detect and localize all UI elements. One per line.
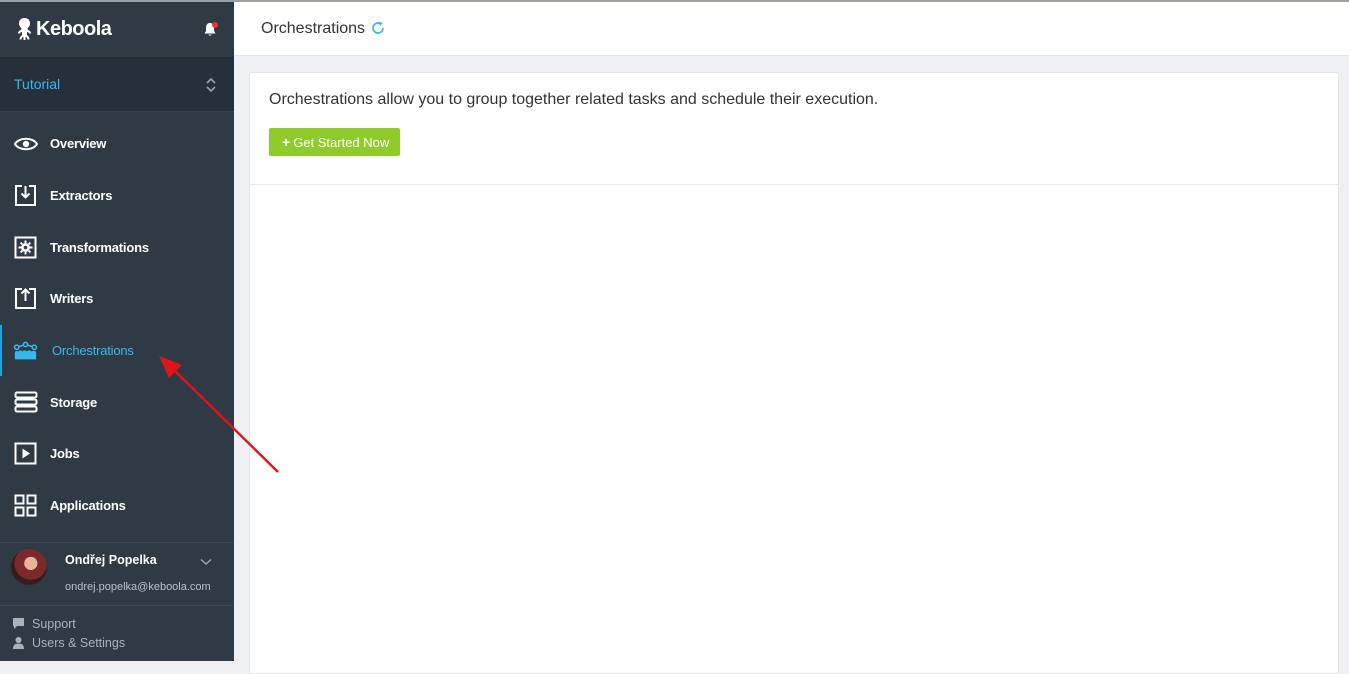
chevron-down-icon[interactable]	[200, 558, 212, 566]
plus-icon: +	[282, 134, 291, 150]
nav-label: Storage	[50, 394, 98, 410]
sidebar: Keboola Tutorial Overview Extractors Tra…	[0, 2, 234, 661]
eye-icon	[13, 131, 38, 156]
page-header: Orchestrations	[234, 2, 1349, 56]
storage-icon	[13, 390, 38, 415]
page-title: Orchestrations	[261, 20, 366, 37]
window-top-border	[0, 0, 1349, 2]
get-started-button[interactable]: + Get Started Now	[269, 128, 401, 156]
download-box-icon	[13, 183, 38, 208]
project-name: Tutorial	[14, 76, 61, 92]
nav-label: Jobs	[50, 446, 80, 462]
intro-text: Orchestrations allow you to group togeth…	[269, 91, 879, 108]
get-started-label: Get Started Now	[293, 134, 390, 150]
nav-item-extractors[interactable]: Extractors	[0, 170, 234, 222]
support-link[interactable]: Support	[0, 614, 234, 633]
logo-bar: Keboola	[0, 2, 234, 57]
nav-label: Extractors	[50, 188, 113, 204]
support-label: Support	[32, 616, 76, 631]
nav-item-applications[interactable]: Applications	[0, 480, 234, 532]
nav-label: Transformations	[50, 239, 149, 255]
nav-label: Writers	[50, 291, 94, 307]
grid-icon	[13, 493, 38, 518]
user-name: Ondřej Popelka	[65, 553, 157, 567]
notification-dot	[212, 22, 218, 28]
user-email: ondrej.popelka@keboola.com	[65, 581, 211, 593]
orchestration-icon	[13, 338, 38, 363]
notification-bell-icon[interactable]	[202, 21, 220, 39]
upload-box-icon	[13, 286, 38, 311]
nav-item-jobs[interactable]: Jobs	[0, 428, 234, 480]
main-nav: Overview Extractors Transformations Writ…	[0, 118, 234, 532]
app-name: Keboola	[36, 17, 112, 40]
play-box-icon	[13, 441, 38, 466]
nav-item-overview[interactable]: Overview	[0, 118, 234, 170]
users-settings-label: Users & Settings	[32, 635, 126, 650]
sidebar-footer: Support Users & Settings	[0, 614, 234, 652]
refresh-icon[interactable]	[371, 21, 385, 35]
nav-label: Overview	[50, 136, 107, 152]
avatar	[11, 549, 47, 585]
nav-item-orchestrations[interactable]: Orchestrations	[0, 324, 234, 377]
nav-label: Applications	[50, 498, 126, 514]
nav-item-writers[interactable]: Writers	[0, 273, 234, 325]
user-icon	[13, 637, 24, 649]
project-selector[interactable]: Tutorial	[0, 57, 234, 112]
nav-label: Orchestrations	[52, 343, 134, 359]
keboola-logo-icon	[18, 18, 31, 40]
panel-divider	[250, 184, 1338, 185]
chevron-up-down-icon	[206, 77, 216, 93]
orchestrations-panel: Orchestrations allow you to group togeth…	[249, 72, 1339, 674]
users-settings-link[interactable]: Users & Settings	[0, 633, 234, 652]
chat-bubble-icon	[13, 618, 24, 629]
nav-item-storage[interactable]: Storage	[0, 376, 234, 428]
gear-box-icon	[13, 235, 38, 260]
user-menu[interactable]: Ondřej Popelka ondrej.popelka@keboola.co…	[0, 542, 234, 606]
app-logo[interactable]: Keboola	[16, 17, 112, 41]
nav-item-transformations[interactable]: Transformations	[0, 221, 234, 273]
